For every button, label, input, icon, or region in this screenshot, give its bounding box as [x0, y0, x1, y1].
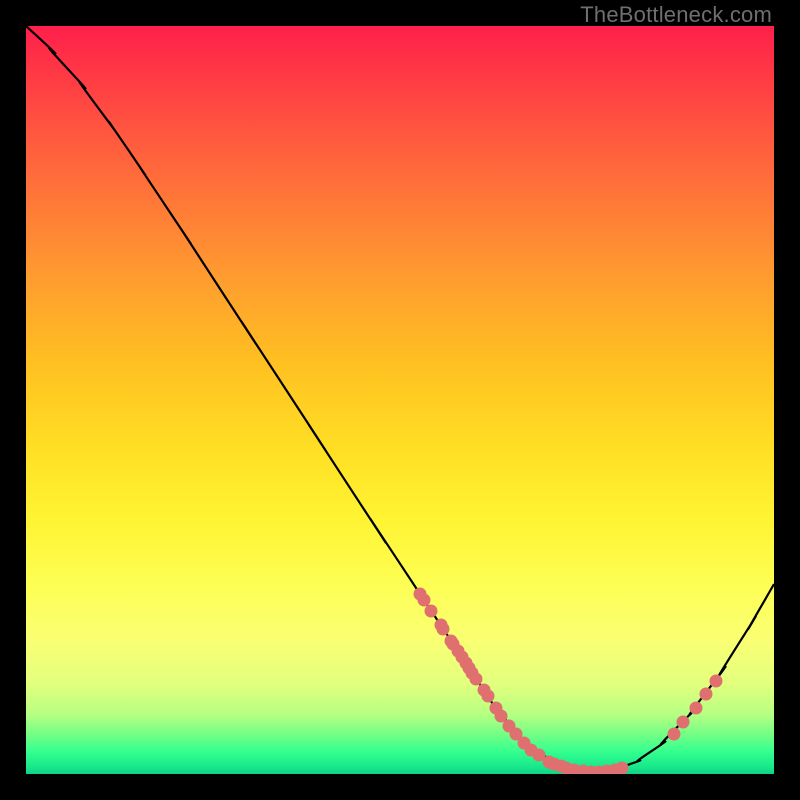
data-point: [437, 623, 450, 636]
data-point: [677, 716, 690, 729]
chart-frame: [26, 26, 774, 774]
data-point: [482, 690, 495, 703]
watermark-text: TheBottleneck.com: [580, 2, 772, 28]
data-point: [668, 728, 681, 741]
bottleneck-curve: [26, 26, 774, 772]
data-points: [414, 588, 723, 775]
data-point: [700, 688, 713, 701]
data-point: [425, 605, 438, 618]
data-point: [616, 762, 629, 775]
data-point: [690, 702, 703, 715]
data-point: [418, 594, 431, 607]
data-point: [470, 673, 483, 686]
data-point: [710, 675, 723, 688]
chart-svg: [26, 26, 774, 774]
